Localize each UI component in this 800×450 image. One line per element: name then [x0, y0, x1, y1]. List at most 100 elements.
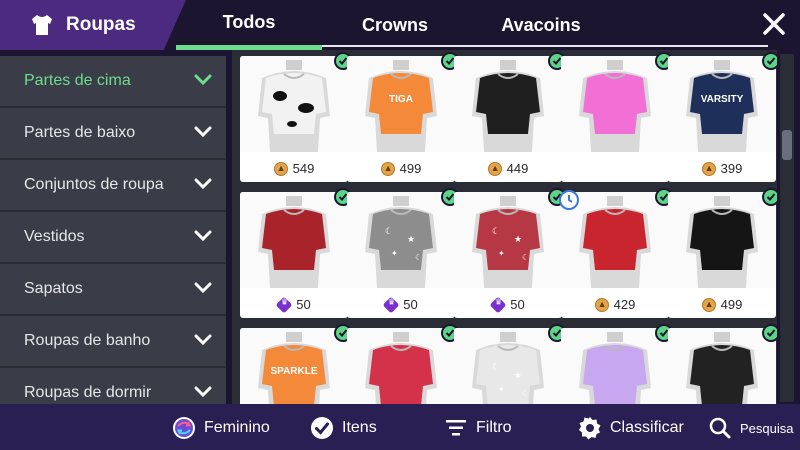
svg-text:☾: ☾: [415, 253, 422, 262]
price-tag: 50: [240, 296, 348, 313]
clock-icon: [559, 190, 579, 210]
scrollbar-thumb[interactable]: [782, 130, 792, 160]
clothing-item-image: [347, 328, 455, 404]
filter-icon: [446, 420, 466, 436]
sidebar-item[interactable]: Conjuntos de roupa: [0, 160, 226, 212]
tab-avacoins[interactable]: Avacoins: [468, 0, 614, 50]
price-value: 50: [510, 297, 525, 312]
search-label: Pesquisa: [740, 420, 794, 436]
items-label: Itens: [342, 419, 377, 436]
title-box: Roupas: [0, 0, 186, 50]
sort-button[interactable]: Classificar: [578, 416, 684, 440]
chevron-down-icon: [194, 178, 212, 190]
clothing-item-card[interactable]: 429: [559, 188, 673, 318]
gender-toggle-button[interactable]: Feminino: [172, 416, 270, 440]
clothing-item-card[interactable]: 549: [240, 52, 352, 182]
sort-label: Classificar: [610, 419, 684, 436]
price-value: 50: [296, 297, 311, 312]
price-tag: 549: [240, 161, 348, 176]
swap-gender-icon: [173, 417, 195, 439]
page-title: Roupas: [66, 14, 136, 35]
svg-text:☾: ☾: [522, 253, 529, 262]
tab-label: Crowns: [361, 14, 428, 35]
clothing-item-image: [561, 56, 669, 152]
sidebar-item[interactable]: Vestidos: [0, 212, 226, 264]
shirt-icon: [32, 15, 52, 35]
scrollbar-track[interactable]: [780, 54, 794, 402]
clothing-item-card[interactable]: [561, 52, 673, 182]
clothing-item-card[interactable]: TIGA 499: [347, 52, 459, 182]
sidebar-item[interactable]: Partes de cima: [0, 56, 226, 108]
chevron-down-icon: [194, 74, 212, 86]
check-circle-icon: [311, 417, 333, 439]
tab-label: Todos: [222, 12, 276, 32]
price-value: 549: [292, 161, 315, 176]
price-tag: 50: [347, 296, 455, 313]
tab-label: Avacoins: [501, 14, 581, 35]
avacoin-icon: [273, 161, 288, 176]
chevron-down-icon: [194, 282, 212, 294]
price-value: 449: [506, 161, 529, 176]
clothing-item-card[interactable]: [347, 324, 459, 404]
clothing-item-card[interactable]: 499: [668, 188, 777, 318]
tab-crowns[interactable]: Crowns: [322, 0, 468, 50]
clothing-item-image: ☾ ★ ✦ ☾: [454, 328, 562, 404]
sidebar-item-label: Roupas de dormir: [24, 384, 152, 401]
clothing-item-card[interactable]: [668, 324, 777, 404]
tab-underline: [322, 45, 768, 47]
svg-text:☾: ☾: [522, 389, 529, 398]
svg-text:✦: ✦: [498, 249, 505, 258]
clothing-item-image: TIGA: [347, 56, 455, 152]
sidebar-item-label: Partes de baixo: [24, 124, 136, 141]
clothing-item-image: SPARKLE: [240, 328, 348, 404]
close-icon[interactable]: [760, 10, 788, 38]
bottom-bar: Feminino Itens Filtro Classificar Pesqui…: [0, 404, 800, 450]
clothing-item-card[interactable]: 50: [240, 188, 352, 318]
filter-label: Filtro: [476, 419, 512, 436]
sidebar-item-label: Roupas de banho: [24, 332, 151, 349]
avacoin-icon: [380, 161, 395, 176]
chevron-down-icon: [194, 230, 212, 242]
sidebar-item-label: Sapatos: [24, 280, 83, 297]
price-value: 499: [399, 161, 422, 176]
svg-text:SPARKLE: SPARKLE: [270, 366, 317, 377]
crown-icon: [489, 296, 507, 313]
chevron-down-icon: [194, 334, 212, 346]
clothing-item-image: [454, 56, 562, 152]
sort-badge-icon: [579, 417, 601, 440]
search-icon: [709, 417, 731, 439]
sidebar-item[interactable]: Sapatos: [0, 264, 226, 316]
svg-text:✦: ✦: [498, 385, 505, 394]
owned-check-icon: [762, 52, 777, 70]
clothing-item-card[interactable]: 449: [454, 52, 566, 182]
sidebar-item-label: Conjuntos de roupa: [24, 176, 164, 193]
clothing-item-card[interactable]: [561, 324, 673, 404]
svg-text:★: ★: [407, 234, 415, 244]
chevron-down-icon: [194, 126, 212, 138]
price-value: 499: [720, 297, 743, 312]
clothing-item-card[interactable]: ☾ ★ ✦ ☾: [454, 324, 566, 404]
items-button[interactable]: Itens: [310, 416, 377, 440]
filter-button[interactable]: Filtro: [444, 416, 512, 440]
owned-check-icon: [762, 324, 777, 342]
crown-icon: [382, 296, 400, 313]
price-value: 50: [403, 297, 418, 312]
chevron-down-icon: [194, 386, 212, 398]
price-tag: 499: [347, 161, 455, 176]
clothing-item-card[interactable]: ☾★✦☾ 50: [347, 188, 459, 318]
clothing-item-card[interactable]: ☾★✦☾50: [454, 188, 566, 318]
sidebar-item[interactable]: Partes de baixo: [0, 108, 226, 160]
avacoin-icon: [701, 161, 716, 176]
clothing-item-image: ☾ ★ ✦ ☾: [347, 192, 455, 288]
clothing-item-image: [240, 56, 348, 152]
clothing-item-card[interactable]: SPARKLE: [240, 324, 352, 404]
top-bar: Roupas Todos Crowns Avacoins: [0, 0, 800, 50]
crown-icon: [275, 296, 293, 313]
sidebar-item[interactable]: Roupas de banho: [0, 316, 226, 368]
clothing-item-card[interactable]: VARSITY 399: [668, 52, 777, 182]
tab-todos[interactable]: Todos: [176, 0, 322, 50]
clothing-item-image: VARSITY: [668, 56, 776, 152]
svg-text:☾: ☾: [385, 226, 393, 236]
svg-text:TIGA: TIGA: [389, 94, 413, 105]
search-button[interactable]: Pesquisa: [708, 416, 793, 440]
